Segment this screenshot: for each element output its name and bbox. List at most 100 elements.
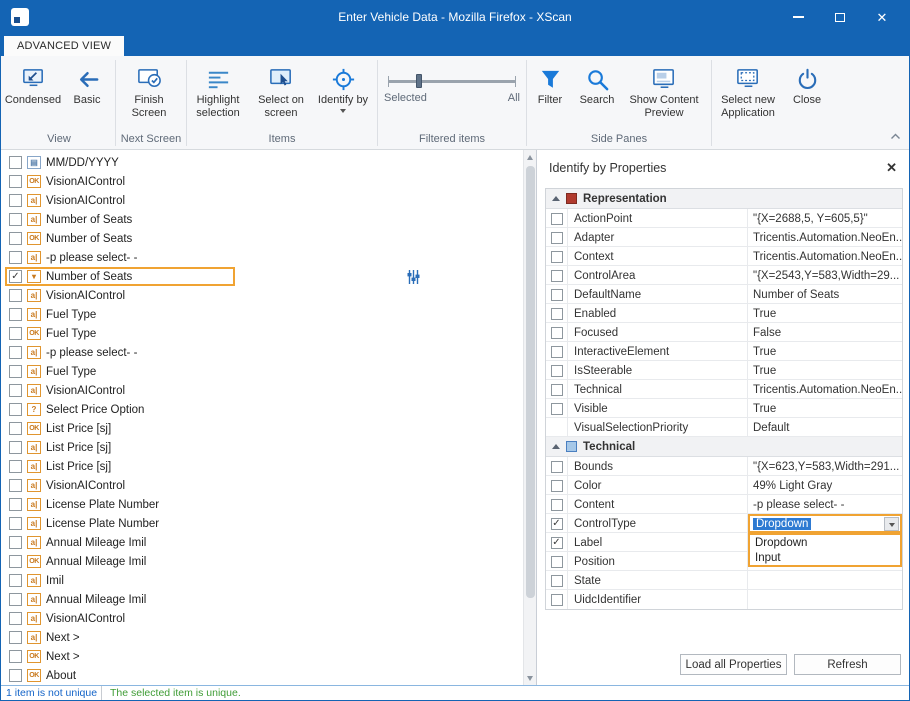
tree-item-checkbox[interactable] [9,156,22,169]
highlight-selection-button[interactable]: Highlight selection [187,60,249,131]
tree-item[interactable]: ▤MM/DD/YYYY [1,153,523,172]
tree-item[interactable]: OKNumber of Seats [1,229,523,248]
tree-item[interactable]: a|Number of Seats [1,210,523,229]
tree-item[interactable]: a|VisionAIControl [1,286,523,305]
tree-item-checkbox[interactable] [9,403,22,416]
tree-item-checkbox[interactable] [9,669,22,682]
property-row[interactable]: FocusedFalse [546,323,902,342]
tree-item-checkbox[interactable] [9,631,22,644]
property-checkbox[interactable] [551,461,563,473]
select-on-screen-button[interactable]: Select on screen [249,60,313,131]
finish-screen-button[interactable]: Finish Screen [116,60,182,131]
tree-item[interactable]: a|-p please select- - [1,248,523,267]
property-checkbox[interactable] [551,270,563,282]
combobox-option[interactable]: Input [750,550,900,565]
tree-item[interactable]: OKAbout [1,666,523,685]
tree-item[interactable]: a|License Plate Number [1,514,523,533]
tree-item-checkbox[interactable] [9,365,22,378]
section-header-technical[interactable]: Technical [546,437,902,457]
tree-item-checkbox[interactable]: ✓ [9,270,22,283]
property-checkbox[interactable] [551,308,563,320]
tree-item[interactable]: a|Imil [1,571,523,590]
property-checkbox[interactable] [551,365,563,377]
section-header-representation[interactable]: Representation [546,189,902,209]
filtered-items-slider[interactable] [388,74,516,88]
property-checkbox[interactable] [551,403,563,415]
tree-item-checkbox[interactable] [9,593,22,606]
tree-item[interactable]: a|List Price [sj] [1,438,523,457]
tree-item[interactable]: a|VisionAIControl [1,609,523,628]
scrollbar-thumb[interactable] [526,166,535,598]
maximize-button[interactable] [819,1,861,33]
property-checkbox[interactable] [551,289,563,301]
combobox-dropdown-button[interactable] [884,517,899,531]
tree-item[interactable]: OKVisionAIControl [1,172,523,191]
tree-item-checkbox[interactable] [9,251,22,264]
ribbon-collapse-button[interactable] [890,127,901,145]
property-row[interactable]: IsSteerableTrue [546,361,902,380]
close-window-button[interactable]: ✕ [861,1,903,33]
tree-item-checkbox[interactable] [9,479,22,492]
property-checkbox[interactable]: ✓ [551,537,563,549]
tree-item[interactable]: a|Fuel Type [1,305,523,324]
load-all-properties-button[interactable]: Load all Properties [680,654,787,675]
tree-item[interactable]: a|Annual Mileage Imil [1,533,523,552]
property-checkbox[interactable] [551,594,563,606]
tree-scrollbar[interactable] [523,150,536,685]
tree-item-checkbox[interactable] [9,460,22,473]
tree-item-checkbox[interactable] [9,175,22,188]
tree-item[interactable]: a|License Plate Number [1,495,523,514]
tree-item-checkbox[interactable] [9,612,22,625]
tree-item-checkbox[interactable] [9,517,22,530]
slider-handle[interactable] [416,74,422,88]
tree-item[interactable]: ?Select Price Option [1,400,523,419]
tree-item[interactable]: a|VisionAIControl [1,381,523,400]
property-checkbox[interactable] [551,556,563,568]
tree-item[interactable]: OKAnnual Mileage Imil [1,552,523,571]
tree-item-checkbox[interactable] [9,346,22,359]
scroll-up-button[interactable] [524,150,536,164]
property-row[interactable]: Bounds"{X=623,Y=583,Width=291... [546,457,902,476]
tree-item[interactable]: OKFuel Type [1,324,523,343]
select-new-application-button[interactable]: Select new Application [712,60,784,131]
slider-track[interactable] [388,80,516,83]
minimize-button[interactable] [777,1,819,33]
property-checkbox[interactable] [551,384,563,396]
tree-item[interactable]: a|Annual Mileage Imil [1,590,523,609]
property-checkbox[interactable] [551,480,563,492]
scroll-down-button[interactable] [524,671,536,685]
property-checkbox[interactable] [551,499,563,511]
tree-item-checkbox[interactable] [9,441,22,454]
property-row[interactable]: EnabledTrue [546,304,902,323]
property-row[interactable]: Content-p please select- - [546,495,902,514]
tree-item[interactable]: a|VisionAIControl [1,476,523,495]
property-row[interactable]: DefaultNameNumber of Seats [546,285,902,304]
condensed-button[interactable]: Condensed [3,60,63,131]
search-button[interactable]: Search [573,60,621,131]
property-checkbox[interactable] [551,251,563,263]
property-row[interactable]: UidcIdentifier [546,590,902,609]
tree-item-checkbox[interactable] [9,213,22,226]
tree-item-checkbox[interactable] [9,422,22,435]
combobox-option[interactable]: Dropdown [750,535,900,550]
tree-item[interactable]: a|Fuel Type [1,362,523,381]
property-checkbox[interactable]: ✓ [551,518,563,530]
show-content-preview-button[interactable]: Show Content Preview [621,60,707,131]
property-row[interactable]: VisibleTrue [546,399,902,418]
tree-item[interactable]: a|List Price [sj] [1,457,523,476]
tree-item[interactable]: OKNext > [1,647,523,666]
property-checkbox[interactable] [551,232,563,244]
tree-item-checkbox[interactable] [9,194,22,207]
tree-item-checkbox[interactable] [9,232,22,245]
identify-by-button[interactable]: Identify by [313,60,373,131]
tab-advanced-view[interactable]: ADVANCED VIEW [4,36,124,56]
tree-item[interactable]: a|Next > [1,628,523,647]
tree-item[interactable]: OKList Price [sj] [1,419,523,438]
close-panel-button[interactable]: ✕ [886,160,897,176]
tree-item-checkbox[interactable] [9,384,22,397]
tree-item[interactable]: a|VisionAIControl [1,191,523,210]
property-row[interactable]: ControlArea"{X=2543,Y=583,Width=29... [546,266,902,285]
tree-item-checkbox[interactable] [9,536,22,549]
property-row[interactable]: Color49% Light Gray [546,476,902,495]
basic-button[interactable]: Basic [63,60,111,131]
